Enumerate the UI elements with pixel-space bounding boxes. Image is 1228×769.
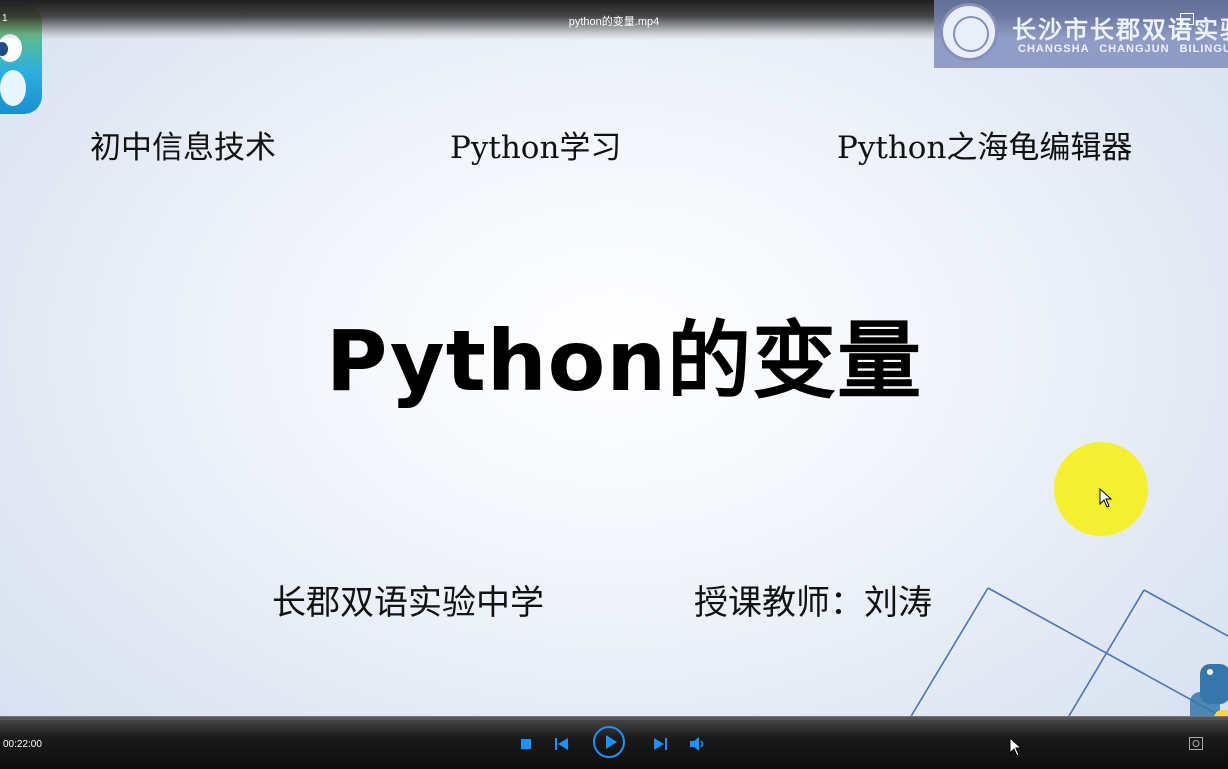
- progress-bar[interactable]: [0, 717, 1228, 720]
- mouse-pointer-icon: [1009, 737, 1023, 757]
- mouse-pointer-icon: [1099, 488, 1113, 508]
- previous-button[interactable]: [555, 738, 569, 750]
- next-button[interactable]: [653, 738, 667, 750]
- screenshot-button[interactable]: [1189, 737, 1203, 750]
- stop-button[interactable]: [521, 739, 531, 749]
- time-display: 00:22:00: [3, 739, 42, 750]
- decorative-lines: [879, 587, 1228, 768]
- video-frame[interactable]: 1 python的变量.mp4 长沙市长郡双语实验 CHANGSHA CHANG…: [0, 0, 1228, 768]
- player-control-bar: 00:22:00: [0, 716, 1228, 769]
- play-button[interactable]: [593, 726, 625, 758]
- volume-button[interactable]: [690, 737, 708, 751]
- play-icon: [606, 735, 617, 749]
